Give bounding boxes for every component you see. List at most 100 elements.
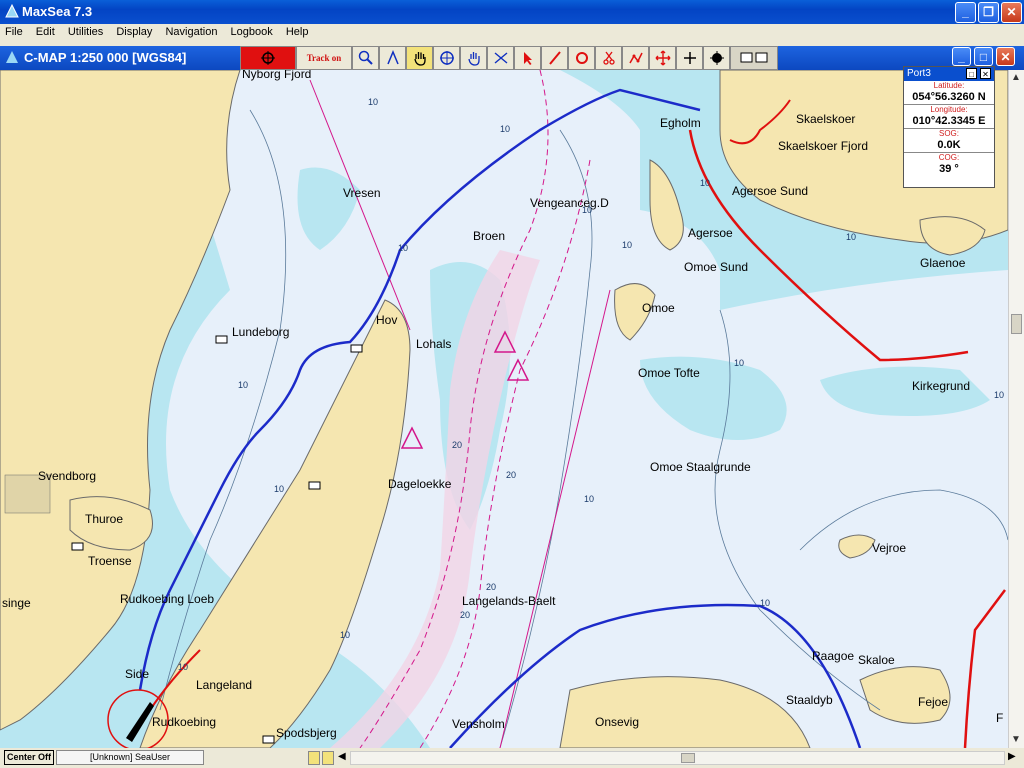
harbor-marker-icon (350, 344, 363, 353)
place-label: Vresen (343, 186, 381, 200)
place-label: Langeland (196, 678, 252, 692)
place-label: singe (2, 596, 31, 610)
menu-bar: File Edit Utilities Display Navigation L… (0, 24, 1024, 42)
scissors-icon[interactable] (595, 46, 622, 70)
pan-hand-icon[interactable] (406, 46, 433, 70)
vertical-scrollbar[interactable]: ▲ ▼ (1008, 70, 1024, 748)
menu-help[interactable]: Help (281, 24, 314, 38)
place-label: Raagoe (812, 649, 854, 663)
depth-label: 10 (622, 240, 632, 250)
place-label: Fejoe (918, 695, 948, 709)
chart-canvas: Nyborg Fjord Egholm Skaelskoer Skaelskoe… (0, 70, 1008, 748)
longitude-field: Longitude: 010°42.3345 E (904, 105, 994, 129)
chart-minimize-button[interactable]: _ (952, 47, 971, 66)
place-label: Staaldyb (786, 693, 833, 707)
latitude-value: 054°56.3260 N (912, 91, 986, 103)
status-bar: Center Off [Unknown] SeaUser ◀ ▶ (0, 748, 1024, 768)
port-close-icon[interactable]: ✕ (980, 68, 991, 79)
depth-label: 10 (238, 380, 248, 390)
port-panel-header: Port3 □ ✕ (904, 67, 994, 81)
menu-logbook[interactable]: Logbook (226, 24, 278, 38)
place-label: Omoe (642, 301, 675, 315)
horizontal-scroll-thumb[interactable] (681, 753, 695, 763)
harbor-marker-icon (308, 481, 321, 490)
scroll-left-icon[interactable]: ◀ (338, 751, 346, 762)
pointer-arrow-icon[interactable] (514, 46, 541, 70)
depth-label: 20 (506, 470, 516, 480)
place-label: Nyborg Fjord (242, 70, 311, 81)
monitor-icon[interactable] (730, 46, 778, 70)
crosshair-icon[interactable] (433, 46, 460, 70)
menu-edit[interactable]: Edit (31, 24, 60, 38)
depth-label: 10 (582, 205, 592, 215)
place-label: Spodsbjerg (276, 726, 337, 740)
depth-label: 10 (846, 232, 856, 242)
place-label: F (996, 711, 1003, 725)
minimize-button[interactable]: _ (955, 2, 976, 23)
chart-layer-icon[interactable] (322, 751, 334, 765)
place-label: Vejroe (872, 541, 906, 555)
plus-icon[interactable] (676, 46, 703, 70)
measure-icon[interactable] (487, 46, 514, 70)
place-label: Onsevig (595, 715, 639, 729)
layer-icon[interactable] (308, 751, 320, 765)
place-label: Agersoe (688, 226, 733, 240)
depth-label: 20 (452, 440, 462, 450)
compass-icon[interactable] (379, 46, 406, 70)
place-label: Skaloe (858, 653, 895, 667)
zoom-icon[interactable] (352, 46, 379, 70)
menu-display[interactable]: Display (111, 24, 157, 38)
depth-label: 10 (368, 97, 378, 107)
chart-maximize-button[interactable]: □ (974, 47, 993, 66)
place-label: Dageloekke (388, 477, 452, 491)
depth-label: 10 (584, 494, 594, 504)
place-label: Rudkoebing (152, 715, 216, 729)
cog-value: 39 ° (939, 163, 959, 175)
cog-label: COG: (938, 153, 960, 162)
place-label: Omoe Tofte (638, 366, 700, 380)
depth-label: 10 (274, 484, 284, 494)
chart-close-button[interactable]: ✕ (996, 47, 1015, 66)
sog-label: SOG: (938, 129, 959, 138)
close-button[interactable]: ✕ (1001, 2, 1022, 23)
place-label: Thuroe (85, 512, 123, 526)
scroll-down-icon[interactable]: ▼ (1011, 734, 1021, 745)
port-restore-icon[interactable]: □ (966, 68, 977, 79)
menu-utilities[interactable]: Utilities (63, 24, 108, 38)
rotate-icon[interactable] (568, 46, 595, 70)
chart-icon (6, 51, 18, 63)
depth-label: 20 (486, 582, 496, 592)
scroll-up-icon[interactable]: ▲ (1011, 72, 1021, 83)
port-panel-title: Port3 (907, 68, 931, 79)
scroll-right-icon[interactable]: ▶ (1008, 751, 1016, 762)
place-label: Agersoe Sund (732, 184, 808, 198)
place-label: Side (125, 667, 149, 681)
place-label: Vengeanceg.D (530, 196, 609, 210)
hand-select-icon[interactable] (460, 46, 487, 70)
harbor-marker-icon (71, 542, 84, 551)
restore-button[interactable]: ❐ (978, 2, 999, 23)
maxsea-app-icon (5, 4, 19, 18)
longitude-label: Longitude: (930, 105, 968, 114)
menu-file[interactable]: File (0, 24, 28, 38)
pencil-icon[interactable] (541, 46, 568, 70)
record-button[interactable] (240, 46, 296, 70)
place-label: Kirkegrund (912, 379, 970, 393)
waypoint-icon[interactable] (703, 46, 730, 70)
horizontal-scrollbar[interactable] (350, 751, 1005, 765)
window-title: MaxSea 7.3 (22, 4, 93, 19)
place-label: Lundeborg (232, 325, 289, 339)
center-off-button[interactable]: Center Off (4, 750, 54, 765)
depth-label: 10 (398, 243, 408, 253)
route-icon[interactable] (622, 46, 649, 70)
nautical-chart[interactable]: Nyborg Fjord Egholm Skaelskoer Skaelskoe… (0, 70, 1008, 748)
menu-navigation[interactable]: Navigation (160, 24, 222, 38)
sog-value: 0.0K (937, 139, 961, 151)
harbor-marker-icon (262, 735, 275, 744)
chart-title: C-MAP 1:250 000 [WGS84] (24, 50, 187, 65)
move-icon[interactable] (649, 46, 676, 70)
place-label: Langelands-Baelt (462, 594, 556, 608)
track-on-button[interactable]: Track on (296, 46, 352, 70)
scroll-thumb[interactable] (1011, 314, 1022, 334)
depth-label: 10 (178, 662, 188, 672)
